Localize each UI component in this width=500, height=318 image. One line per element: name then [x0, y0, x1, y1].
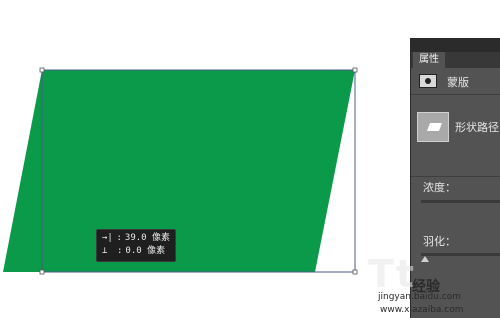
move-vertical-icon: ⊥	[102, 246, 108, 256]
tooltip-width-value: 39.0 像素	[124, 233, 170, 243]
feather-slider-knob[interactable]	[421, 256, 429, 262]
density-label: 浓度：	[423, 181, 456, 194]
shape-path-row[interactable]: 形状路径	[411, 96, 500, 177]
tooltip-width-row: →| : 39.0 像素	[102, 233, 170, 243]
anchor-handle-bottom-left[interactable]	[39, 269, 45, 275]
document-canvas[interactable]: →| : 39.0 像素 ⊥ : 0.0 像素	[0, 0, 410, 318]
anchor-handle-bottom-right[interactable]	[352, 269, 358, 275]
shape-thumbnail	[417, 112, 449, 142]
tooltip-height-row: ⊥ : 0.0 像素	[102, 246, 166, 256]
tab-properties[interactable]: 属性	[413, 52, 445, 68]
anchor-handle-top-left[interactable]	[39, 67, 45, 73]
feather-slider[interactable]	[421, 253, 500, 256]
panel-header-strip[interactable]	[411, 38, 500, 52]
canvas-artwork	[3, 67, 358, 275]
anchor-handle-top-right[interactable]	[352, 67, 358, 73]
mask-icon	[419, 74, 437, 88]
mask-label: 蒙版	[447, 76, 469, 89]
move-horizontal-icon: →|	[102, 233, 113, 243]
mask-row[interactable]: 蒙版	[411, 68, 500, 95]
shape-path-label: 形状路径	[455, 121, 499, 134]
green-parallelogram-shape[interactable]	[3, 70, 355, 272]
panel-tab-bar: 属性	[411, 38, 500, 68]
transform-measure-tooltip: →| : 39.0 像素 ⊥ : 0.0 像素	[96, 229, 176, 262]
density-slider[interactable]	[421, 200, 500, 203]
properties-panel: 属性 蒙版 形状路径 浓度： 羽化：	[410, 38, 500, 318]
feather-label: 羽化：	[423, 235, 456, 248]
parallelogram-icon	[427, 123, 442, 131]
tooltip-height-value: 0.0 像素	[125, 246, 166, 256]
